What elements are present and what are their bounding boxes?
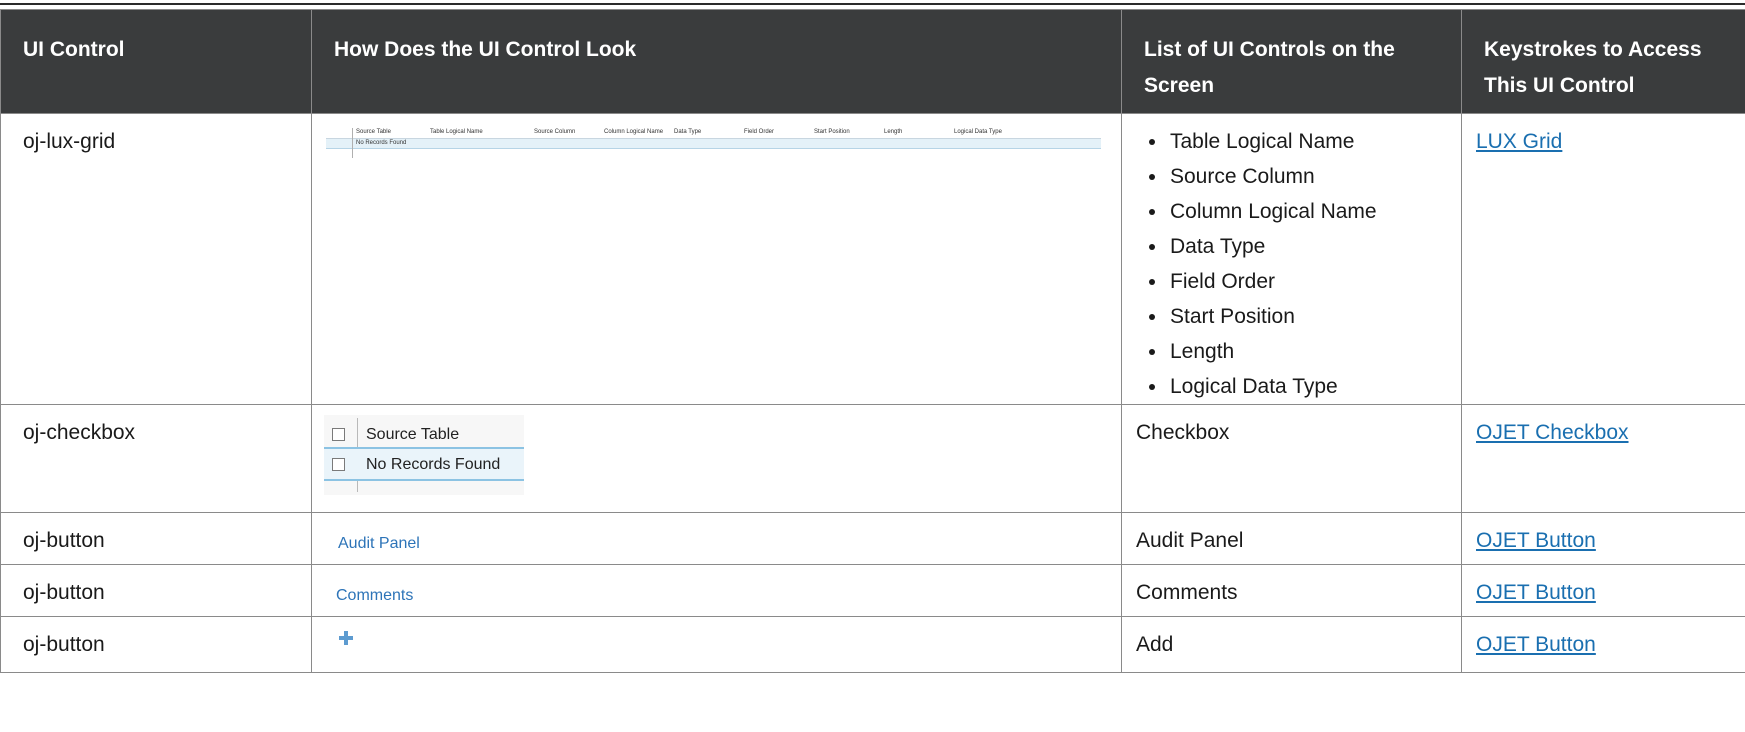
- controls-list-cell: Comments: [1121, 564, 1462, 617]
- checkbox-row-border: [324, 479, 524, 481]
- top-rule: [0, 3, 1745, 5]
- table-row: oj-checkbox Source Table No Records Foun…: [0, 404, 1745, 513]
- header-list-of-controls: List of UI Controls on the Screen: [1121, 9, 1462, 114]
- controls-list: Table Logical Name Source Column Column …: [1142, 124, 1461, 404]
- ojet-button-link[interactable]: OJET Button: [1476, 529, 1596, 552]
- checkbox-icon: [332, 427, 345, 441]
- table-row: oj-button Audit Panel Audit Panel OJET B…: [0, 512, 1745, 565]
- checkbox-preview-image: Source Table No Records Found: [324, 415, 524, 495]
- list-item: Length: [1168, 334, 1461, 369]
- preview-cell: [311, 616, 1122, 673]
- checkbox-body-row: No Records Found: [324, 449, 524, 479]
- grid-col: Source Column: [534, 129, 576, 135]
- controls-list-cell: Add: [1121, 616, 1462, 673]
- grid-col: Length: [884, 129, 903, 135]
- comments-button-image: Comments: [336, 587, 414, 604]
- preview-cell: Source Table No Records Found: [311, 404, 1122, 513]
- link-cell: OJET Button: [1461, 512, 1745, 565]
- link-cell: OJET Button: [1461, 564, 1745, 617]
- lux-grid-link[interactable]: LUX Grid: [1476, 130, 1562, 153]
- grid-col: Column Logical Name: [604, 129, 664, 135]
- control-name: oj-button: [0, 512, 312, 565]
- control-name: oj-button: [0, 564, 312, 617]
- control-name: oj-button: [0, 616, 312, 673]
- link-cell: OJET Checkbox: [1461, 404, 1745, 513]
- checkbox-header-row: Source Table: [324, 419, 524, 449]
- grid-col: Table Logical Name: [430, 129, 483, 135]
- grid-col: Start Position: [814, 129, 850, 135]
- list-item: Source Column: [1168, 159, 1461, 194]
- ojet-button-link[interactable]: OJET Button: [1476, 581, 1596, 604]
- ojet-button-link[interactable]: OJET Button: [1476, 633, 1596, 656]
- list-item: Data Type: [1168, 229, 1461, 264]
- preview-cell: Comments: [311, 564, 1122, 617]
- table-row: oj-lux-grid Source Table Table Logical N…: [0, 113, 1745, 405]
- header-keystrokes: Keystrokes to Access This UI Control: [1461, 9, 1745, 114]
- list-item: Start Position: [1168, 299, 1461, 334]
- grid-col: Source Table: [356, 129, 391, 135]
- controls-list-cell: Table Logical Name Source Column Column …: [1121, 113, 1462, 405]
- table-row: oj-button Add OJET Button: [0, 616, 1745, 673]
- ui-controls-table: UI Control How Does the UI Control Look …: [0, 9, 1745, 673]
- table-header-row: UI Control How Does the UI Control Look …: [0, 9, 1745, 114]
- table-row: oj-button Comments Comments OJET Button: [0, 564, 1745, 617]
- grid-preview-image: Source Table Table Logical Name Source C…: [326, 128, 1101, 158]
- checkbox-icon: [332, 457, 345, 471]
- preview-cell: Audit Panel: [311, 512, 1122, 565]
- header-how-it-looks: How Does the UI Control Look: [311, 9, 1122, 114]
- list-item: Column Logical Name: [1168, 194, 1461, 229]
- controls-list-cell: Audit Panel: [1121, 512, 1462, 565]
- audit-panel-button-image: Audit Panel: [338, 535, 420, 552]
- link-cell: LUX Grid: [1461, 113, 1745, 405]
- grid-col: Field Order: [744, 129, 775, 135]
- controls-list-cell: Checkbox: [1121, 404, 1462, 513]
- grid-empty-row: No Records Found: [326, 139, 1101, 149]
- preview-cell: Source Table Table Logical Name Source C…: [311, 113, 1122, 405]
- grid-col: Logical Data Type: [954, 129, 1002, 135]
- list-item: Table Logical Name: [1168, 124, 1461, 159]
- link-cell: OJET Button: [1461, 616, 1745, 673]
- control-name: oj-checkbox: [0, 404, 312, 513]
- checkbox-row-text: No Records Found: [366, 455, 501, 473]
- list-item: Logical Data Type: [1168, 369, 1461, 404]
- ojet-checkbox-link[interactable]: OJET Checkbox: [1476, 421, 1629, 444]
- grid-col: Data Type: [674, 129, 702, 135]
- plus-icon: [339, 631, 353, 645]
- list-item: Field Order: [1168, 264, 1461, 299]
- control-name: oj-lux-grid: [0, 113, 312, 405]
- grid-preview-header: Source Table Table Logical Name Source C…: [326, 128, 1101, 139]
- grid-divider: [352, 128, 353, 158]
- header-ui-control: UI Control: [0, 9, 312, 114]
